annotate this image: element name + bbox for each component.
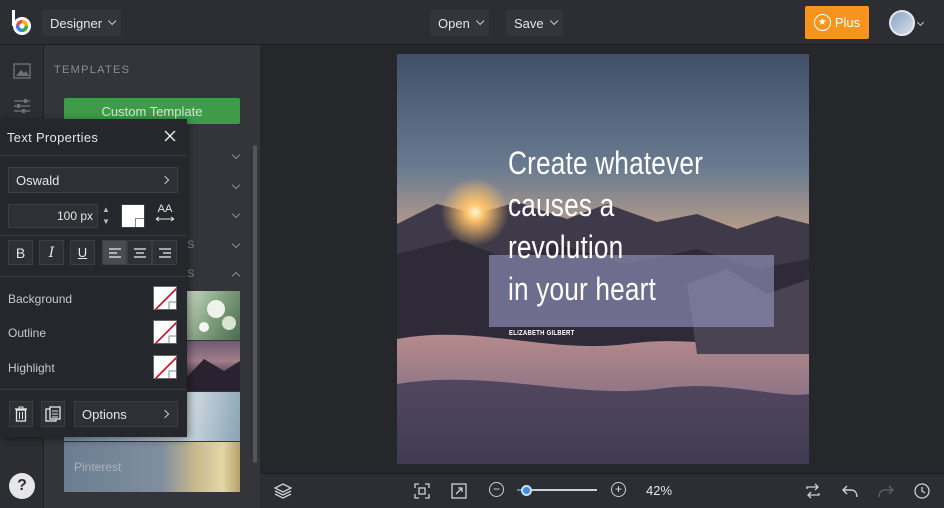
star-icon: ★ <box>813 14 831 31</box>
layers-icon[interactable] <box>273 481 293 501</box>
align-left-icon <box>108 247 121 258</box>
zoom-in-button[interactable]: + <box>611 482 626 497</box>
swap-arrows-icon[interactable] <box>803 481 823 501</box>
underline-button[interactable]: U <box>70 240 95 265</box>
quote-line: causes a <box>508 187 615 223</box>
background-color-swatch[interactable] <box>153 286 177 310</box>
outline-label: Outline <box>8 326 47 340</box>
no-color-icon <box>154 321 176 343</box>
template-thumbnail-food[interactable]: Pinterest <box>64 442 240 492</box>
fit-to-screen-icon[interactable] <box>412 481 432 501</box>
duplicate-button[interactable] <box>41 401 65 427</box>
align-center-icon <box>133 247 146 258</box>
trash-icon <box>15 406 27 422</box>
align-center-button[interactable] <box>127 240 152 265</box>
italic-button[interactable]: I <box>39 240 64 265</box>
zoom-value: 42% <box>646 483 673 498</box>
chevron-down-icon[interactable] <box>231 150 241 160</box>
save-label: Save <box>514 15 544 31</box>
stepper-up-icon[interactable]: ▲ <box>101 204 111 216</box>
divider <box>0 389 187 390</box>
save-dropdown[interactable]: Save <box>506 10 563 36</box>
chevron-down-icon[interactable] <box>231 239 241 249</box>
chevron-down-icon[interactable] <box>231 180 241 190</box>
align-left-button[interactable] <box>102 240 127 265</box>
quote-line: in your heart <box>508 271 656 307</box>
dropdown-corner-icon <box>135 218 144 227</box>
chevron-down-icon[interactable] <box>916 18 925 27</box>
highlight-label: Highlight <box>8 361 55 375</box>
align-right-button[interactable] <box>152 240 177 265</box>
text-color-swatch[interactable] <box>121 204 145 228</box>
duplicate-icon <box>45 406 61 422</box>
open-label: Open <box>438 15 470 31</box>
templates-title: TEMPLATES <box>54 64 131 76</box>
text-properties-panel: Text Properties Oswald 100 px ▲ ▼ AA B I… <box>0 119 187 437</box>
font-selector[interactable]: Oswald <box>8 167 178 193</box>
divider <box>0 235 187 236</box>
delete-button[interactable] <box>9 401 33 427</box>
no-color-icon <box>154 356 176 378</box>
template-label: Pinterest <box>74 460 122 474</box>
help-button[interactable]: ? <box>9 473 35 499</box>
close-icon[interactable] <box>163 129 177 143</box>
mode-dropdown[interactable]: Designer <box>42 10 122 36</box>
divider <box>0 276 187 277</box>
quote-text[interactable]: Create whatever causes a revolution in y… <box>508 142 729 310</box>
align-right-icon <box>158 247 171 258</box>
chevron-down-icon[interactable] <box>231 209 241 219</box>
chevron-down-icon <box>549 16 559 26</box>
chevron-down-icon <box>475 16 485 26</box>
author-text[interactable]: ELIZABETH GILBERT <box>509 330 574 337</box>
background-label: Background <box>8 292 73 306</box>
font-name: Oswald <box>16 172 60 188</box>
section-label-fragment: S <box>187 268 196 280</box>
quote-line: Create whatever <box>508 145 703 181</box>
quote-line: revolution <box>508 229 624 265</box>
actual-size-icon[interactable] <box>449 481 469 501</box>
text-properties-title: Text Properties <box>7 130 99 145</box>
chevron-up-icon[interactable] <box>231 271 241 281</box>
font-size-stepper[interactable]: ▲ ▼ <box>101 204 111 228</box>
section-label-fragment: S <box>187 239 196 251</box>
undo-icon[interactable] <box>840 481 860 501</box>
text-case-button[interactable]: AA <box>154 203 176 227</box>
top-bar: Designer Open Save ★ Plus <box>0 0 944 45</box>
stepper-down-icon[interactable]: ▼ <box>101 216 111 228</box>
avatar[interactable] <box>889 10 915 36</box>
divider <box>0 155 187 156</box>
sliders-icon[interactable] <box>12 97 32 115</box>
templates-scrollbar[interactable] <box>253 145 257 463</box>
plus-label: Plus <box>834 15 861 30</box>
redo-icon[interactable] <box>876 481 896 501</box>
outline-color-swatch[interactable] <box>153 320 177 344</box>
befunky-logo-icon[interactable] <box>9 9 35 37</box>
highlight-color-swatch[interactable] <box>153 355 177 379</box>
plus-upgrade-button[interactable]: ★ Plus <box>805 6 869 39</box>
bold-button[interactable]: B <box>8 240 33 265</box>
image-icon[interactable] <box>12 62 32 80</box>
zoom-out-button[interactable]: − <box>489 482 504 497</box>
zoom-slider-handle[interactable] <box>521 485 532 496</box>
open-dropdown[interactable]: Open <box>430 10 489 36</box>
arrows-horizontal-icon <box>155 216 175 222</box>
chevron-right-icon <box>160 409 170 419</box>
mode-label: Designer <box>50 15 103 31</box>
options-label: Options <box>82 406 127 422</box>
history-icon[interactable] <box>912 481 932 501</box>
aa-label: AA <box>157 203 173 215</box>
chevron-right-icon <box>160 175 170 185</box>
font-size-input[interactable]: 100 px <box>8 204 98 228</box>
chevron-down-icon <box>107 16 117 26</box>
no-color-icon <box>154 287 176 309</box>
font-size-value: 100 px <box>56 209 93 223</box>
options-button[interactable]: Options <box>74 401 178 427</box>
